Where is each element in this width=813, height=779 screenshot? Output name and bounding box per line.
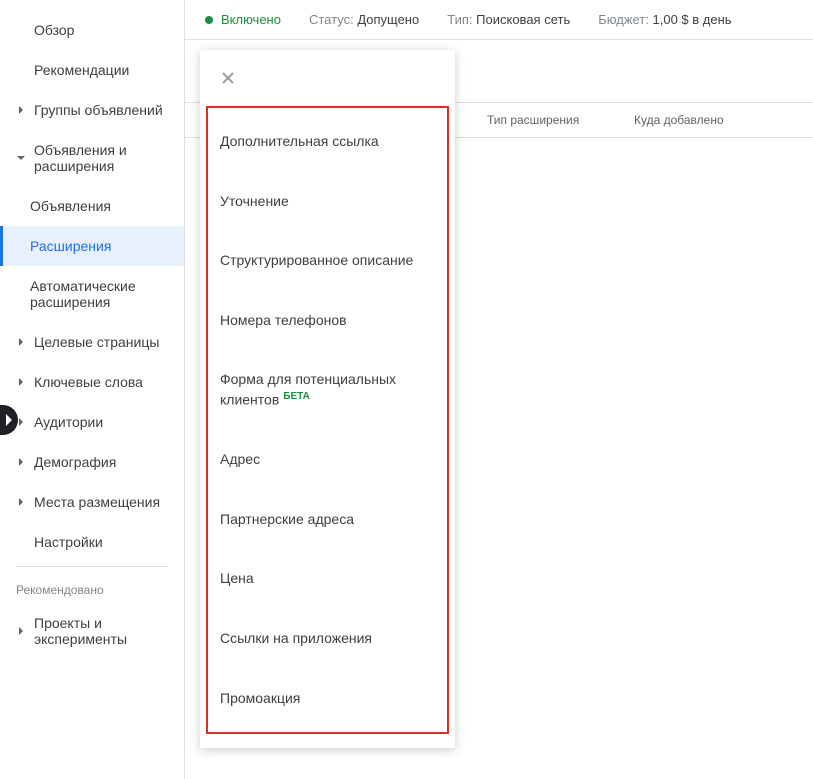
close-icon <box>220 70 236 86</box>
budget-kv[interactable]: Бюджет: 1,00 $ в день <box>598 12 731 27</box>
sidebar-item-settings[interactable]: Настройки <box>0 522 184 562</box>
option-label: Структурированное описание <box>220 252 413 268</box>
sidebar-subitem-label: Автоматические расширения <box>30 278 136 310</box>
option-label: Адрес <box>220 451 260 467</box>
chevron-down-icon <box>16 154 26 162</box>
table-header-type[interactable]: Тип расширения <box>475 113 622 127</box>
dropdown-header <box>200 50 455 106</box>
type-value: Поисковая сеть <box>476 12 570 27</box>
sidebar-divider <box>16 566 168 567</box>
type-label: Тип: <box>447 12 472 27</box>
sidebar-item-placements[interactable]: Места размещения <box>0 482 184 522</box>
sidebar-item-label: Места размещения <box>34 494 160 510</box>
sidebar-section-label: Рекомендовано <box>0 571 184 603</box>
chevron-right-icon <box>16 338 26 346</box>
option-label: Промоакция <box>220 690 300 706</box>
chevron-right-icon <box>16 498 26 506</box>
campaign-top-bar: Включено Статус: Допущено Тип: Поисковая… <box>185 0 813 40</box>
option-label: Уточнение <box>220 193 289 209</box>
option-label: Ссылки на приложения <box>220 630 372 646</box>
sidebar-item-recommendations[interactable]: Рекомендации <box>0 50 184 90</box>
sidebar-item-label: Объявления и расширения <box>34 142 180 174</box>
sidebar-subitem-extensions[interactable]: Расширения <box>0 226 184 266</box>
option-label: Номера телефонов <box>220 312 347 328</box>
option-affiliate-location[interactable]: Партнерские адреса <box>208 490 447 550</box>
sidebar-item-label: Настройки <box>34 534 103 550</box>
sidebar-item-demography[interactable]: Демография <box>0 442 184 482</box>
option-lead-form[interactable]: Форма для потенциальных клиентовБЕТА <box>208 350 447 430</box>
sidebar-item-audiences[interactable]: Аудитории <box>0 402 184 442</box>
status-label: Статус: <box>309 12 354 27</box>
sidebar-subitem-label: Расширения <box>30 238 111 254</box>
sidebar-subitem-ads[interactable]: Объявления <box>0 186 184 226</box>
sidebar-item-overview[interactable]: Обзор <box>0 10 184 50</box>
chevron-right-icon <box>16 378 26 386</box>
extension-type-dropdown: Дополнительная ссылка Уточнение Структур… <box>200 50 455 748</box>
chevron-right-icon <box>16 458 26 466</box>
table-header-where[interactable]: Куда добавлено <box>622 113 813 127</box>
option-structured-snippet[interactable]: Структурированное описание <box>208 231 447 291</box>
option-location[interactable]: Адрес <box>208 430 447 490</box>
status-kv: Статус: Допущено <box>309 12 419 27</box>
sidebar-item-label: Обзор <box>34 22 74 38</box>
sidebar-item-landing-pages[interactable]: Целевые страницы <box>0 322 184 362</box>
type-kv: Тип: Поисковая сеть <box>447 12 570 27</box>
option-price[interactable]: Цена <box>208 549 447 609</box>
sidebar-item-label: Группы объявлений <box>34 102 163 118</box>
option-promotion[interactable]: Промоакция <box>208 669 447 729</box>
sidebar-item-label: Ключевые слова <box>34 374 143 390</box>
status-dot-icon <box>205 16 213 24</box>
sidebar-item-keywords[interactable]: Ключевые слова <box>0 362 184 402</box>
beta-badge: БЕТА <box>283 391 310 402</box>
sidebar-item-label: Рекомендации <box>34 62 129 78</box>
sidebar-item-experiments[interactable]: Проекты и эксперименты <box>0 603 184 659</box>
dropdown-options-list: Дополнительная ссылка Уточнение Структур… <box>206 106 449 734</box>
option-label: Партнерские адреса <box>220 511 354 527</box>
budget-label: Бюджет: <box>598 12 649 27</box>
option-label: Цена <box>220 570 254 586</box>
sidebar-item-label: Целевые страницы <box>34 334 159 350</box>
sidebar: Обзор Рекомендации Группы объявлений Объ… <box>0 0 185 779</box>
sidebar-item-label: Проекты и эксперименты <box>34 615 180 647</box>
option-label: Форма для потенциальных клиентов <box>220 371 396 407</box>
close-button[interactable] <box>216 66 240 90</box>
option-sitelink[interactable]: Дополнительная ссылка <box>208 112 447 172</box>
chevron-right-icon <box>16 106 26 114</box>
chevron-right-icon <box>16 627 26 635</box>
budget-value: 1,00 $ в день <box>653 12 732 27</box>
sidebar-item-adgroups[interactable]: Группы объявлений <box>0 90 184 130</box>
option-phone[interactable]: Номера телефонов <box>208 291 447 351</box>
option-callout[interactable]: Уточнение <box>208 172 447 232</box>
sidebar-subitem-label: Объявления <box>30 198 111 214</box>
sidebar-subitem-auto-extensions[interactable]: Автоматические расширения <box>0 266 184 322</box>
sidebar-item-ads-extensions[interactable]: Объявления и расширения <box>0 130 184 186</box>
status-enabled-text: Включено <box>221 12 281 27</box>
option-app[interactable]: Ссылки на приложения <box>208 609 447 669</box>
sidebar-item-label: Демография <box>34 454 116 470</box>
option-label: Дополнительная ссылка <box>220 133 379 149</box>
status-value: Допущено <box>357 12 419 27</box>
sidebar-item-label: Аудитории <box>34 414 103 430</box>
status-enabled-badge[interactable]: Включено <box>205 12 281 27</box>
